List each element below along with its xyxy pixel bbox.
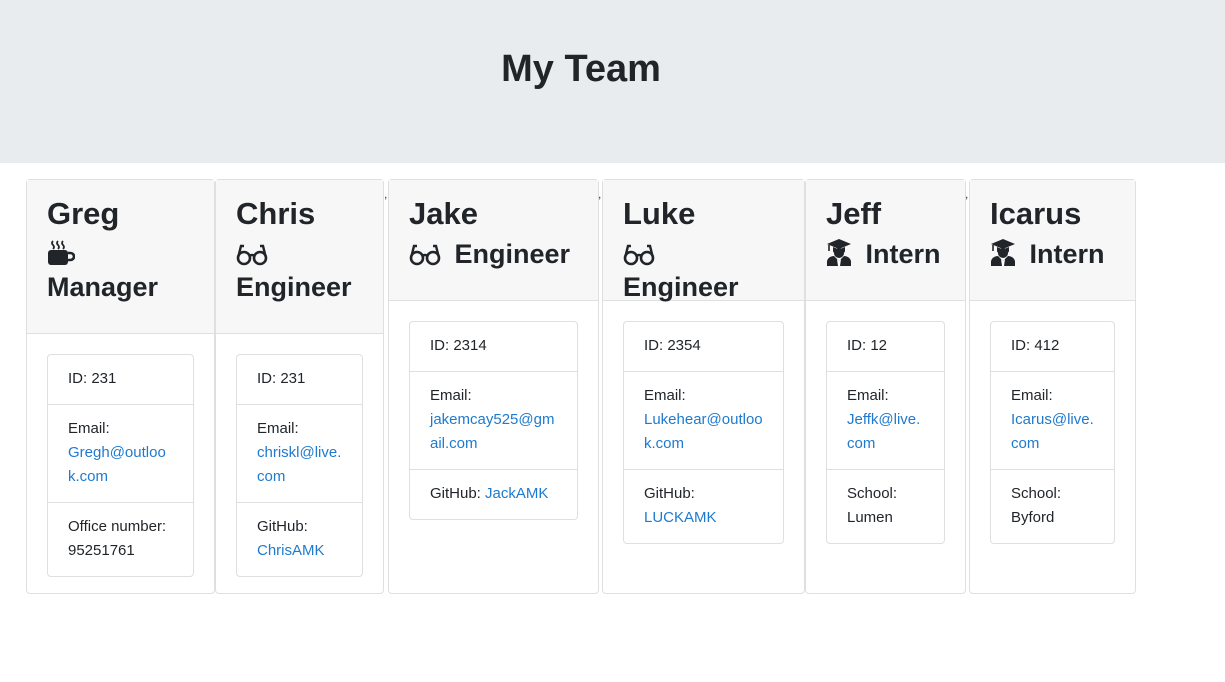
graduate-icon bbox=[990, 239, 1030, 269]
graduate-icon bbox=[826, 239, 866, 269]
card-header: Jeff Intern bbox=[806, 180, 965, 301]
github-link[interactable]: LUCKAMK bbox=[644, 509, 717, 526]
github-item: GitHub: ChrisAMK bbox=[237, 502, 362, 576]
role-label: Engineer bbox=[236, 272, 352, 302]
email-link[interactable]: Gregh@outlook.com bbox=[68, 444, 166, 485]
member-name: Greg bbox=[47, 196, 120, 231]
page-title: My Team bbox=[501, 48, 661, 90]
role-label: Intern bbox=[865, 239, 941, 269]
card-header: Icarus Intern bbox=[970, 180, 1135, 301]
email-item: Email: Icarus@live.com bbox=[991, 371, 1114, 469]
email-item: Email: Gregh@outlook.com bbox=[48, 404, 193, 502]
glasses-icon bbox=[409, 239, 455, 269]
email-label: Email: bbox=[1011, 387, 1053, 404]
id-item: ID: 2314 bbox=[430, 337, 487, 354]
email-link[interactable]: jakemcay525@gmail.com bbox=[430, 411, 554, 452]
card-header: Jake Engineer bbox=[389, 180, 598, 301]
team-card-jake: Jake Engineer ID: 2314 Email: jakemcay52… bbox=[388, 179, 599, 594]
member-name: Jake bbox=[409, 196, 478, 231]
role-label: Intern bbox=[1029, 239, 1105, 269]
email-link[interactable]: Icarus@live.com bbox=[1011, 411, 1094, 452]
school-label: School: bbox=[1011, 485, 1062, 502]
team-card-icarus: Icarus Intern ID: 412 Email: Icarus@live… bbox=[969, 179, 1136, 594]
page-header: My Team bbox=[0, 0, 1225, 163]
github-item: GitHub: LUCKAMK bbox=[624, 469, 783, 543]
member-name: Chris bbox=[236, 196, 316, 231]
id-item: ID: 412 bbox=[1011, 337, 1060, 354]
github-link[interactable]: ChrisAMK bbox=[257, 542, 325, 559]
email-label: Email: bbox=[68, 420, 110, 437]
coffee-icon bbox=[47, 239, 81, 269]
details-list: ID: 2354 Email: Lukehear@outlook.com Git… bbox=[623, 321, 784, 544]
id-item: ID: 12 bbox=[847, 337, 888, 354]
school-value: Lumen bbox=[847, 509, 893, 526]
member-role: Intern bbox=[990, 238, 1115, 271]
member-role: Intern bbox=[826, 238, 945, 271]
details-list: ID: 412 Email: Icarus@live.com School: B… bbox=[990, 321, 1115, 544]
email-link[interactable]: chriskl@live.com bbox=[257, 444, 341, 485]
details-list: ID: 2314 Email: jakemcay525@gmail.com Gi… bbox=[409, 321, 578, 520]
email-label: Email: bbox=[644, 387, 686, 404]
id-item: ID: 231 bbox=[68, 370, 117, 387]
role-label: Engineer bbox=[623, 272, 739, 302]
school-label: School: bbox=[847, 485, 898, 502]
member-name: Jeff bbox=[826, 196, 882, 231]
github-label: GitHub: bbox=[644, 485, 695, 502]
member-name: Luke bbox=[623, 196, 696, 231]
card-header: Chris Engineer bbox=[216, 180, 383, 334]
details-list: ID: 12 Email: Jeffk@live.com School: Lum… bbox=[826, 321, 945, 544]
member-role: Engineer bbox=[409, 238, 578, 271]
email-link[interactable]: Jeffk@live.com bbox=[847, 411, 920, 452]
separator-comma: , bbox=[965, 187, 969, 201]
email-item: Email: jakemcay525@gmail.com bbox=[410, 371, 577, 469]
email-label: Email: bbox=[257, 420, 299, 437]
details-list: ID: 231 Email: chriskl@live.com GitHub: … bbox=[236, 354, 363, 577]
email-item: Email: Lukehear@outlook.com bbox=[624, 371, 783, 469]
id-item: ID: 231 bbox=[257, 370, 306, 387]
team-card-chris: Chris Engineer ID: 231 Email: chriskl@li… bbox=[215, 179, 384, 594]
card-header: Luke Engineer bbox=[603, 180, 804, 304]
office-number-value: 95251761 bbox=[68, 542, 135, 559]
glasses-icon bbox=[623, 239, 661, 269]
school-item: School: Byford bbox=[991, 469, 1114, 543]
card-header: Greg Manager bbox=[27, 180, 214, 334]
member-name: Icarus bbox=[990, 196, 1082, 231]
separator-comma: , bbox=[598, 187, 602, 201]
school-value: Byford bbox=[1011, 509, 1055, 526]
github-link[interactable]: JackAMK bbox=[485, 485, 548, 502]
office-number-item: Office number: 95251761 bbox=[48, 502, 193, 576]
details-list: ID: 231 Email: Gregh@outlook.com Office … bbox=[47, 354, 194, 577]
member-role: Engineer bbox=[623, 238, 784, 304]
github-label: GitHub: bbox=[257, 518, 308, 535]
team-card-jeff: Jeff Intern ID: 12 Email: Jeffk@live.com… bbox=[805, 179, 966, 594]
github-item: GitHub: JackAMK bbox=[410, 469, 577, 519]
team-card-luke: Luke Engineer ID: 2354 Email: Lukehear@o… bbox=[602, 179, 805, 594]
office-number-label: Office number: bbox=[68, 518, 167, 535]
email-link[interactable]: Lukehear@outlook.com bbox=[644, 411, 763, 452]
member-role: Engineer bbox=[236, 238, 363, 304]
email-item: Email: chriskl@live.com bbox=[237, 404, 362, 502]
member-role: Manager bbox=[47, 238, 194, 304]
separator-comma: , bbox=[384, 187, 388, 201]
email-label: Email: bbox=[430, 387, 472, 404]
role-label: Manager bbox=[47, 272, 159, 302]
role-label: Engineer bbox=[454, 239, 571, 269]
id-item: ID: 2354 bbox=[644, 337, 701, 354]
school-item: School: Lumen bbox=[827, 469, 944, 543]
team-card-greg: Greg Manager ID: 231 Email: Gregh@outloo… bbox=[26, 179, 215, 594]
glasses-icon bbox=[236, 239, 274, 269]
email-item: Email: Jeffk@live.com bbox=[827, 371, 944, 469]
email-label: Email: bbox=[847, 387, 889, 404]
github-label: GitHub: bbox=[430, 485, 481, 502]
